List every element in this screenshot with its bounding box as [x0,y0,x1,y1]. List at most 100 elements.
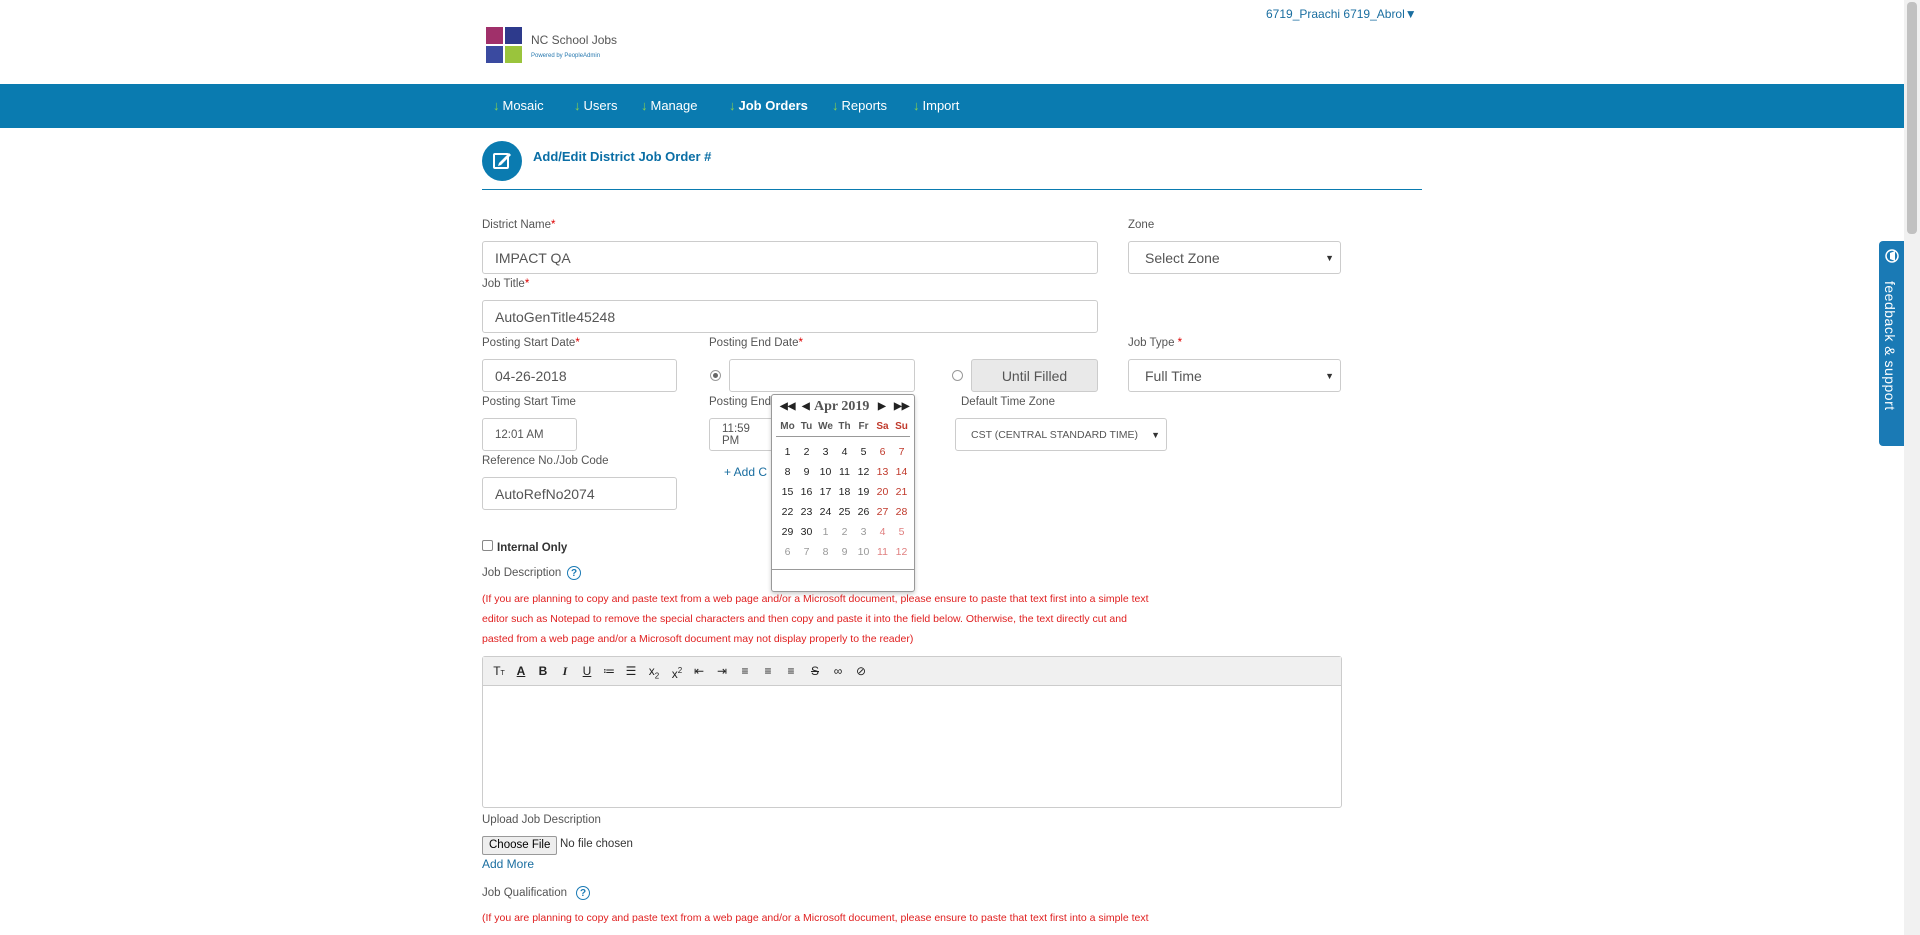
subscript-icon[interactable]: x2 [644,661,664,681]
calendar-day[interactable]: 12 [892,546,911,558]
district-name-input[interactable]: IMPACT QA [482,241,1098,274]
nav-item-reports[interactable]: ↓ Reports [832,84,887,128]
next-year-icon[interactable]: ▶▶ [894,397,909,417]
next-month-icon[interactable]: ▶ [878,397,886,417]
calendar-day[interactable]: 10 [854,546,873,558]
calendar-day[interactable]: 15 [778,486,797,498]
ordered-list-icon[interactable]: ≔ [599,661,619,681]
feedback-tab[interactable]: feedback & support [1879,241,1904,446]
calendar-day[interactable]: 30 [797,526,816,538]
user-name: 6719_Praachi 6719_Abrol [1266,7,1405,21]
help-icon[interactable]: ? [576,886,590,900]
calendar-day[interactable]: 18 [835,486,854,498]
calendar-day[interactable]: 23 [797,506,816,518]
unlink-icon[interactable]: ⊘ [851,661,871,681]
calendar-day[interactable]: 24 [816,506,835,518]
calendar-day[interactable]: 5 [854,446,873,458]
nav-item-job-orders[interactable]: ↓ Job Orders [729,84,808,128]
calendar-day[interactable]: 17 [816,486,835,498]
help-icon[interactable]: ? [567,566,581,580]
posting-end-date-input[interactable] [729,359,915,392]
calendar-day[interactable]: 11 [873,546,892,558]
calendar-day[interactable]: 21 [892,486,911,498]
calendar-day[interactable]: 14 [892,466,911,478]
calendar-day[interactable]: 9 [835,546,854,558]
calendar-day[interactable]: 4 [873,526,892,538]
page-scrollbar[interactable] [1904,0,1920,935]
font-size-icon[interactable]: TT [489,661,509,681]
qualification-warning-line-1: (If you are planning to copy and paste t… [482,912,1149,924]
weekday-header: Th [838,421,851,432]
caret-down-icon: ▼ [1325,252,1334,263]
calendar-day[interactable]: 20 [873,486,892,498]
job-description-label: Job Description [482,567,562,579]
calendar-day[interactable]: 8 [816,546,835,558]
calendar-day[interactable]: 7 [892,446,911,458]
calendar-day[interactable]: 13 [873,466,892,478]
zone-select[interactable]: Select Zone ▼ [1128,241,1341,274]
time-zone-select[interactable]: CST (CENTRAL STANDARD TIME) ▼ [955,418,1167,451]
posting-start-date-input[interactable]: 04-26-2018 [482,359,677,392]
calendar-day[interactable]: 10 [816,466,835,478]
calendar-day[interactable]: 28 [892,506,911,518]
calendar-day[interactable]: 25 [835,506,854,518]
unordered-list-icon[interactable]: ☰ [621,661,641,681]
nav-item-mosaic[interactable]: ↓ Mosaic [493,84,544,128]
calendar-day[interactable]: 7 [797,546,816,558]
bold-icon[interactable]: B [533,661,553,681]
internal-only-checkbox[interactable] [482,540,493,551]
choose-file-button[interactable]: Choose File [482,836,558,855]
posting-start-time-input[interactable]: 12:01 AM [482,418,577,451]
align-right-icon[interactable]: ≡ [781,661,801,681]
until-filled-radio[interactable] [952,370,963,381]
calendar-day[interactable]: 3 [854,526,873,538]
calendar-day[interactable]: 8 [778,466,797,478]
nav-item-users[interactable]: ↓ Users [574,84,617,128]
superscript-icon[interactable]: x2 [667,661,687,681]
calendar-day[interactable]: 9 [797,466,816,478]
italic-icon[interactable]: I [555,661,575,681]
calendar-day[interactable]: 29 [778,526,797,538]
calendar-day[interactable]: 1 [816,526,835,538]
calendar-day[interactable]: 11 [835,466,854,478]
calendar-day[interactable]: 6 [873,446,892,458]
user-menu[interactable]: 6719_Praachi 6719_Abrol▼ [1266,7,1417,21]
align-left-icon[interactable]: ≡ [735,661,755,681]
calendar-day[interactable]: 5 [892,526,911,538]
nav-item-import[interactable]: ↓ Import [913,84,959,128]
calendar-day[interactable]: 12 [854,466,873,478]
strikethrough-icon[interactable]: S [805,661,825,681]
underline-icon[interactable]: U [577,661,597,681]
end-date-radio[interactable] [710,370,721,381]
calendar-day[interactable]: 2 [835,526,854,538]
link-icon[interactable]: ∞ [828,661,848,681]
datepicker-month-year: Apr 2019 [814,399,870,414]
calendar-day[interactable]: 2 [797,446,816,458]
job-type-select[interactable]: Full Time ▼ [1128,359,1341,392]
scrollbar-thumb[interactable] [1907,2,1917,234]
calendar-day[interactable]: 1 [778,446,797,458]
posting-start-date-label: Posting Start Date* [482,337,580,349]
calendar-day[interactable]: 22 [778,506,797,518]
job-title-input[interactable]: AutoGenTitle45248 [482,300,1098,333]
add-link[interactable]: + Add C [724,465,767,479]
calendar-day[interactable]: 26 [854,506,873,518]
calendar-day[interactable]: 4 [835,446,854,458]
calendar-day[interactable]: 27 [873,506,892,518]
calendar-day[interactable]: 3 [816,446,835,458]
calendar-day[interactable]: 6 [778,546,797,558]
add-more-link[interactable]: Add More [482,857,534,871]
prev-year-icon[interactable]: ◀◀ [780,397,795,417]
indent-icon[interactable]: ⇥ [712,661,732,681]
calendar-day[interactable]: 16 [797,486,816,498]
nav-item-manage[interactable]: ↓ Manage [641,84,697,128]
posting-end-date-label: Posting End Date* [709,337,803,349]
font-color-icon[interactable]: A [511,661,531,681]
align-center-icon[interactable]: ≡ [758,661,778,681]
outdent-icon[interactable]: ⇤ [689,661,709,681]
logo-subtitle: Powered by PeopleAdmin [531,53,601,59]
reference-input[interactable]: AutoRefNo2074 [482,477,677,510]
calendar-day[interactable]: 19 [854,486,873,498]
prev-month-icon[interactable]: ◀ [802,397,810,417]
posting-end-time-input[interactable]: 11:59 PM [709,418,779,451]
